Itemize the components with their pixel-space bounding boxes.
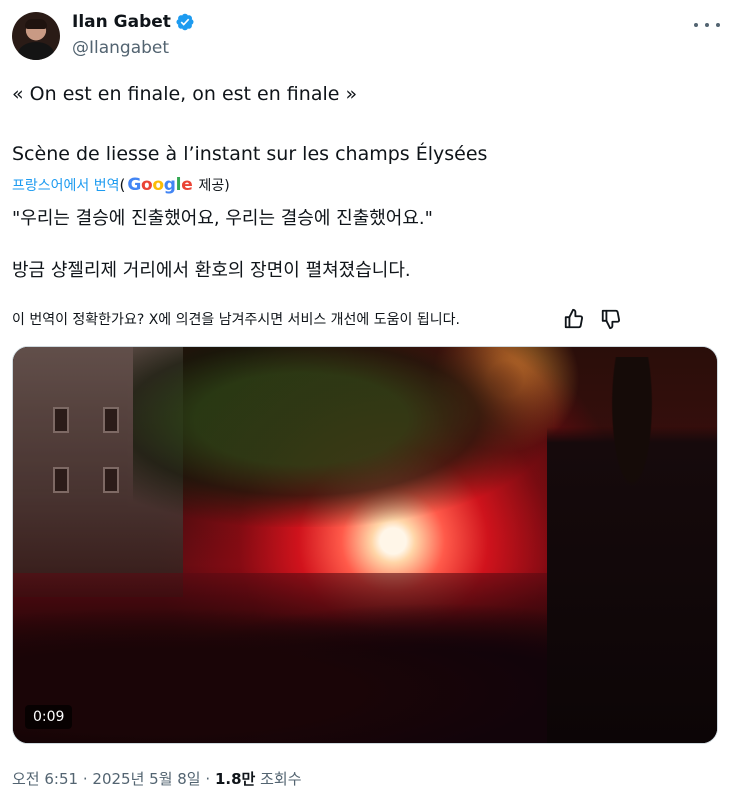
tweet-meta: 오전 6:51 · 2025년 5월 8일 · 1.8만 조회수	[12, 768, 302, 789]
tweet-time[interactable]: 오전 6:51	[12, 770, 78, 788]
avatar[interactable]	[12, 12, 60, 60]
video-tree	[133, 347, 553, 527]
meta-separator: ·	[82, 770, 88, 788]
tweet-date[interactable]: 2025년 5월 8일	[92, 770, 200, 788]
author-display-name[interactable]: Ilan Gabet	[72, 12, 171, 32]
google-logo: Google	[127, 175, 193, 195]
meta-separator-2: ·	[205, 770, 211, 788]
video-foreground-person	[547, 357, 717, 743]
verified-badge-icon[interactable]	[175, 12, 195, 32]
provider-paren-open: (	[119, 176, 126, 194]
tweet: Ilan Gabet @Ilangabet « On est en finale…	[0, 0, 732, 795]
provider-label: 제공)	[198, 178, 230, 194]
video-duration-badge: 0:09	[25, 705, 73, 729]
translated-text-line-1: "우리는 결승에 진출했어요, 우리는 결승에 진출했어요."	[12, 208, 433, 229]
author-handle[interactable]: @Ilangabet	[72, 38, 169, 58]
tweet-text-line-1: « On est en finale, on est en finale »	[12, 83, 358, 105]
translated-text-line-2: 방금 샹젤리제 거리에서 환호의 장면이 펼쳐졌습니다.	[12, 260, 411, 281]
more-options-icon[interactable]	[694, 16, 720, 34]
translation-feedback-prompt: 이 번역이 정확한가요? X에 의견을 남겨주시면 서비스 개선에 도움이 됩니…	[12, 312, 460, 328]
translation-attribution: 프랑스어에서 번역 ( Google 제공)	[12, 174, 230, 196]
views-count: 1.8만	[214, 770, 256, 788]
thumbs-up-icon[interactable]	[563, 308, 585, 330]
views-label: 조회수	[260, 770, 302, 788]
video-player[interactable]: 0:09	[12, 346, 718, 744]
thumbs-down-icon[interactable]	[600, 308, 622, 330]
tweet-text-line-2: Scène de liesse à l’instant sur les cham…	[12, 143, 488, 165]
author-name-row: Ilan Gabet	[72, 12, 195, 32]
translated-from-link[interactable]: 프랑스어에서 번역	[12, 175, 120, 195]
